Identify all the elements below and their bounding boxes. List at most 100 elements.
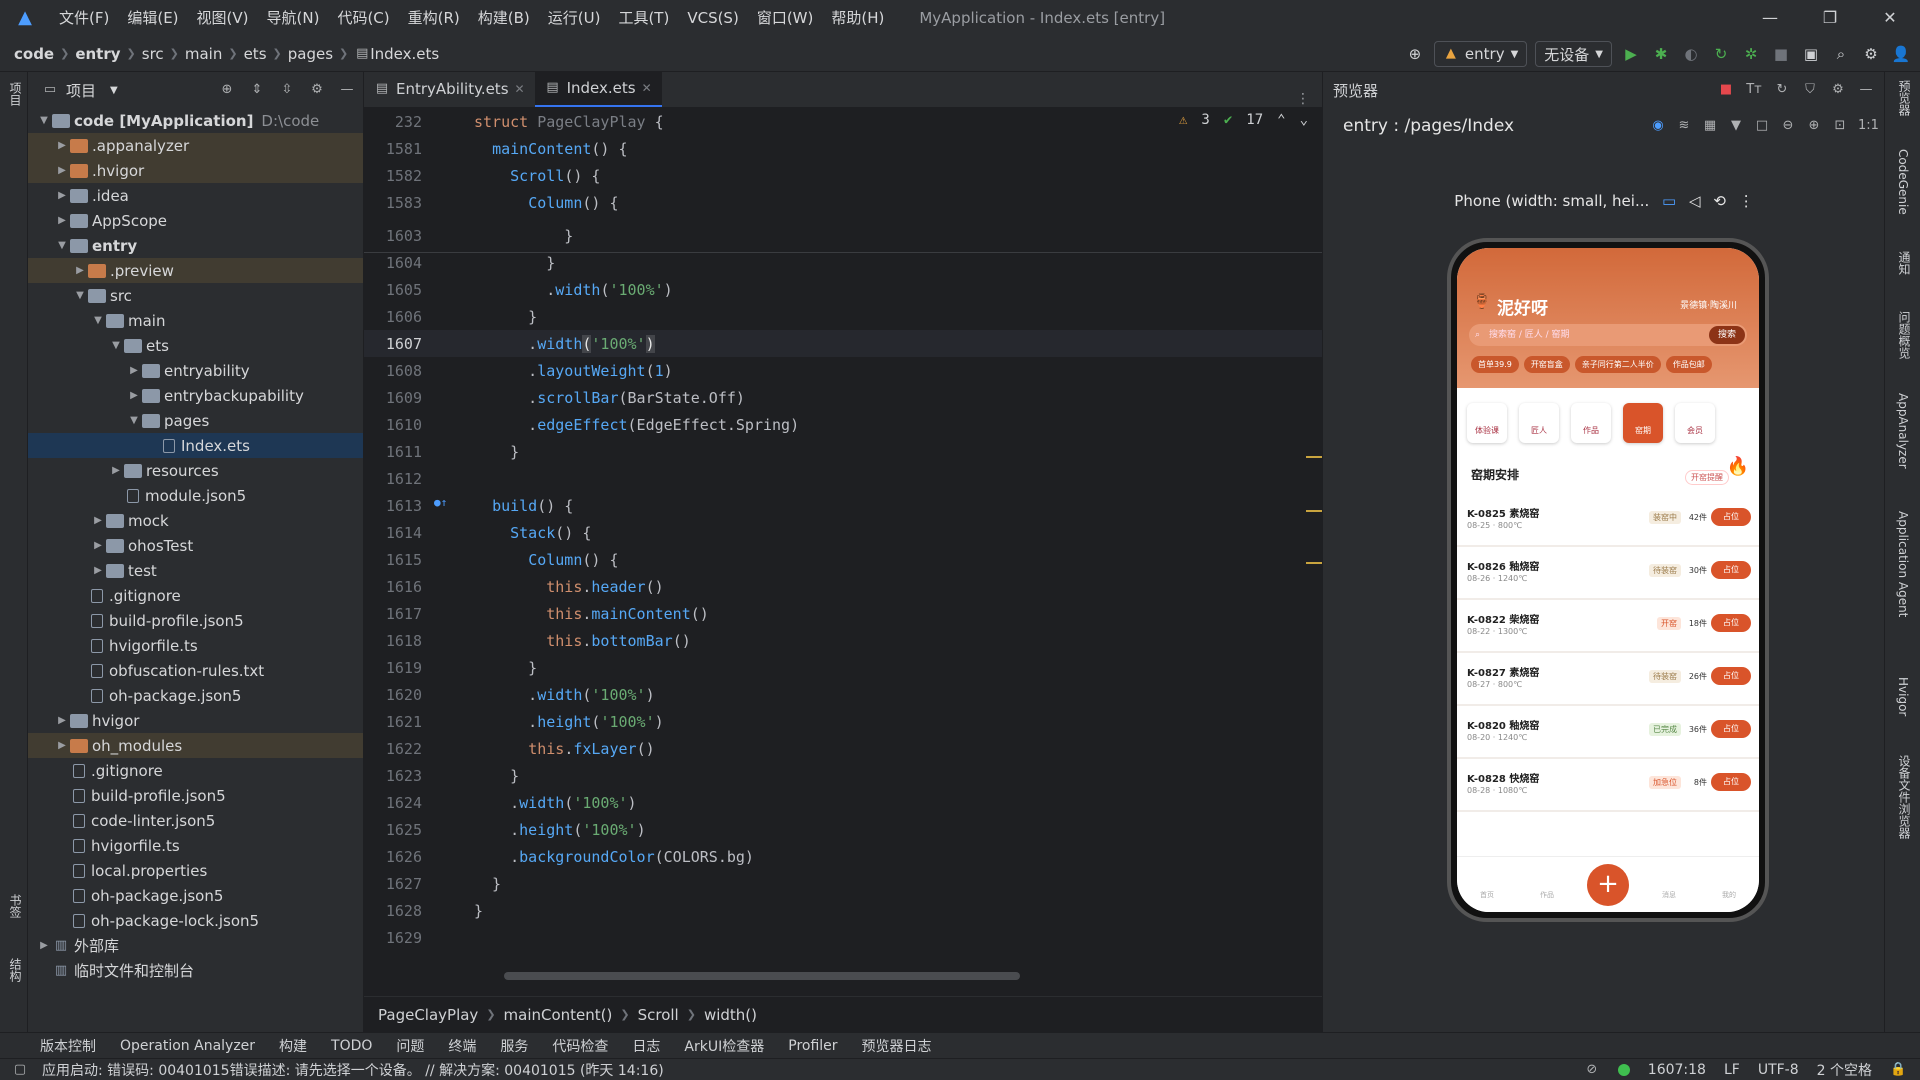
tree-row[interactable]: ▶ ohosTest xyxy=(28,533,363,558)
gutter[interactable] xyxy=(426,546,474,573)
encoding[interactable]: UTF-8 xyxy=(1758,1062,1799,1078)
hide-icon[interactable]: — xyxy=(339,82,355,98)
tree-row[interactable]: ▶ ▥ 外部库 xyxy=(28,933,363,958)
zoom-in-icon[interactable]: ⊕ xyxy=(1806,118,1822,134)
line-number[interactable]: 1603 xyxy=(364,227,426,245)
code-line[interactable]: 1609 .scrollBar(BarState.Off) xyxy=(364,384,1322,411)
chevron-right-icon[interactable]: ▶ xyxy=(108,465,124,476)
bookmarks-tool-button[interactable]: 书签 xyxy=(7,894,24,918)
code-breadcrumb-item[interactable]: width() xyxy=(704,1006,757,1024)
gutter[interactable] xyxy=(426,276,474,303)
locate-icon[interactable]: ⊕ xyxy=(219,82,235,98)
menu-item[interactable]: 构建(B) xyxy=(469,0,539,36)
menu-item[interactable]: 导航(N) xyxy=(258,0,329,36)
promo-chip[interactable]: 开窑盲盒 xyxy=(1523,356,1570,373)
add-button[interactable]: + xyxy=(1587,863,1629,906)
override-icon[interactable]: ●↑ xyxy=(434,496,447,509)
code-line[interactable]: 1625 .height('100%') xyxy=(364,816,1322,843)
grid-icon[interactable]: ▦ xyxy=(1702,118,1718,134)
reserve-button[interactable]: 占位 xyxy=(1711,720,1751,738)
category-5[interactable]: 会员 xyxy=(1675,403,1715,443)
tree-row[interactable]: oh-package.json5 xyxy=(28,683,363,708)
tool-window-button[interactable]: TODO xyxy=(331,1038,372,1054)
memory-icon[interactable]: ⊘ xyxy=(1584,1062,1600,1078)
list-item[interactable]: K-0820 釉烧窑 08-20 · 1240℃ 已完成 36件 占位 xyxy=(1457,706,1759,759)
tree-row[interactable]: ▶ resources xyxy=(28,458,363,483)
gutter[interactable] xyxy=(426,303,474,330)
stop-icon[interactable]: ■ xyxy=(1718,82,1734,98)
minimize-icon[interactable]: — xyxy=(1740,0,1800,36)
tree-row[interactable]: local.properties xyxy=(28,858,363,883)
tree-row[interactable]: ▶ .preview xyxy=(28,258,363,283)
tree-row[interactable]: hvigorfile.ts xyxy=(28,833,363,858)
line-number[interactable]: 1626 xyxy=(364,848,426,866)
chevron-right-icon[interactable]: ▶ xyxy=(126,365,142,376)
gutter[interactable] xyxy=(426,222,474,249)
right-tool-button[interactable]: 设备文件浏览器 xyxy=(1896,755,1913,839)
chevron-down-icon[interactable]: ▼ xyxy=(1728,118,1744,134)
menu-item[interactable]: 视图(V) xyxy=(188,0,258,36)
breadcrumb-item[interactable]: entry xyxy=(75,45,120,63)
close-tab-icon[interactable]: ✕ xyxy=(515,82,525,96)
chevron-right-icon[interactable]: ▶ xyxy=(72,265,88,276)
line-number[interactable]: 1619 xyxy=(364,659,426,677)
warning-stripe[interactable] xyxy=(1306,562,1322,564)
section-link[interactable]: 开窑提醒 xyxy=(1685,470,1729,485)
chevron-down-icon[interactable]: ▼ xyxy=(54,240,70,251)
tool-window-button[interactable]: Profiler xyxy=(788,1038,837,1054)
category-3[interactable]: 作品 xyxy=(1571,403,1611,443)
device-select[interactable]: 无设备 ▼ xyxy=(1535,41,1612,67)
code-line[interactable]: 1615 Column() { xyxy=(364,546,1322,573)
code-line[interactable]: 1619 } xyxy=(364,654,1322,681)
eye-icon[interactable]: ◉ xyxy=(1650,118,1666,134)
gutter[interactable] xyxy=(426,162,474,189)
line-number[interactable]: 1611 xyxy=(364,443,426,461)
gutter[interactable] xyxy=(426,600,474,627)
gear-icon[interactable]: ⚙ xyxy=(1860,43,1882,65)
editor-tab[interactable]: ▤ EntryAbility.ets ✕ xyxy=(364,71,535,107)
run-icon[interactable]: ▶ xyxy=(1620,43,1642,65)
tree-row[interactable]: ▶ hvigor xyxy=(28,708,363,733)
device-frame-icon[interactable]: ▭ xyxy=(1662,192,1676,210)
reserve-button[interactable]: 占位 xyxy=(1711,561,1751,579)
maximize-icon[interactable]: ❐ xyxy=(1800,0,1860,36)
chevron-down-icon[interactable]: ▼ xyxy=(110,85,118,96)
code-line[interactable]: 1617 this.mainContent() xyxy=(364,600,1322,627)
gutter[interactable] xyxy=(426,654,474,681)
tree-row[interactable]: Index.ets xyxy=(28,433,363,458)
line-number[interactable]: 1625 xyxy=(364,821,426,839)
gutter[interactable] xyxy=(426,681,474,708)
chevron-right-icon[interactable]: ▶ xyxy=(36,940,52,951)
tree-row[interactable]: build-profile.json5 xyxy=(28,783,363,808)
tool-window-button[interactable]: 终端 xyxy=(448,1036,476,1056)
promo-chip[interactable]: 亲子同行第二人半价 xyxy=(1574,356,1661,373)
reserve-button[interactable]: 占位 xyxy=(1711,667,1751,685)
reserve-button[interactable]: 占位 xyxy=(1711,614,1751,632)
line-number[interactable]: 1623 xyxy=(364,767,426,785)
line-number[interactable]: 1624 xyxy=(364,794,426,812)
breadcrumb-item[interactable]: main xyxy=(185,45,222,63)
gutter[interactable] xyxy=(426,762,474,789)
horizontal-scrollbar[interactable] xyxy=(504,972,1020,980)
line-number[interactable]: 1628 xyxy=(364,902,426,920)
tree-row[interactable]: hvigorfile.ts xyxy=(28,633,363,658)
tool-window-button[interactable]: 问题 xyxy=(396,1036,424,1056)
code-line[interactable]: 1606 } xyxy=(364,303,1322,330)
gutter[interactable] xyxy=(426,384,474,411)
code-line[interactable]: 1605 .width('100%') xyxy=(364,276,1322,303)
warning-stripe[interactable] xyxy=(1306,510,1322,512)
gutter[interactable] xyxy=(426,627,474,654)
line-number[interactable]: 1610 xyxy=(364,416,426,434)
breadcrumb-item[interactable]: ets xyxy=(244,45,267,63)
warning-stripe[interactable] xyxy=(1306,456,1322,458)
code-breadcrumb-item[interactable]: mainContent() xyxy=(504,1006,613,1024)
tree-row[interactable]: ▶ .hvigor xyxy=(28,158,363,183)
menu-item[interactable]: 帮助(H) xyxy=(822,0,893,36)
list-item[interactable]: K-0825 素烧窑 08-25 · 800℃ 装窑中 42件 占位 xyxy=(1457,494,1759,547)
line-number[interactable]: 1605 xyxy=(364,281,426,299)
line-number[interactable]: 1618 xyxy=(364,632,426,650)
code-line[interactable]: 1603 } xyxy=(364,222,1322,249)
device-manager-icon[interactable]: ▣ xyxy=(1800,43,1822,65)
code-line[interactable]: 1616 this.header() xyxy=(364,573,1322,600)
code-line[interactable]: 1607 .width('100%') xyxy=(364,330,1322,357)
